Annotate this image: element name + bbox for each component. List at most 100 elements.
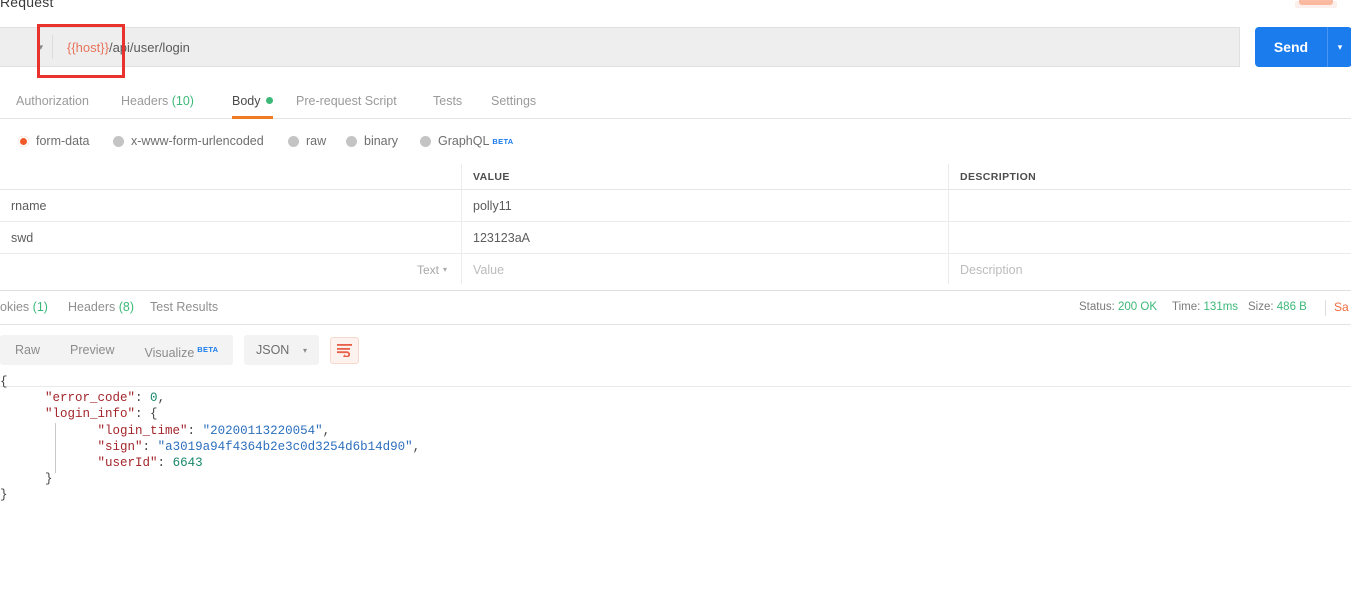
time-meta: Time: 131ms: [1172, 292, 1238, 323]
url-text[interactable]: {{host}}/api/user/login: [53, 40, 190, 55]
status-value: 200 OK: [1118, 301, 1158, 313]
url-input-field[interactable]: ▾ {{host}}/api/user/login: [0, 27, 1240, 67]
table-row[interactable]: rname polly11: [0, 190, 1351, 222]
response-tab-count: (1): [32, 300, 48, 314]
new-row-key-input[interactable]: Text ▾: [0, 254, 462, 285]
code-line: "sign": "a3019a94f4364b2e3c0d3254d6b14d9…: [0, 439, 1351, 455]
status-label: Status:: [1079, 301, 1115, 313]
radio-icon: [18, 135, 29, 147]
code-token: "a3019a94f4364b2e3c0d3254d6b14d90": [157, 439, 413, 454]
new-row-value-input[interactable]: Value: [462, 254, 949, 285]
send-button[interactable]: Send: [1255, 27, 1327, 67]
code-token: "login_time": [97, 423, 188, 438]
size-label: Size:: [1248, 301, 1274, 313]
tab-headers[interactable]: Headers (10): [121, 86, 194, 118]
cell-key[interactable]: swd: [0, 222, 462, 253]
radio-icon: [420, 135, 431, 147]
chevron-down-icon: ▾: [442, 265, 447, 274]
tab-label: Authorization: [16, 94, 89, 108]
status-meta: Status: 200 OK: [1079, 292, 1157, 323]
response-tab-okies[interactable]: okies (1): [0, 292, 48, 323]
time-value: 131ms: [1203, 301, 1239, 313]
tab-label: Body: [232, 94, 261, 108]
code-line: "error_code": 0,: [0, 390, 1351, 406]
cell-value[interactable]: polly11: [462, 190, 949, 221]
tab-visualize-label: Visualize: [144, 346, 195, 361]
body-present-dot-icon: [265, 97, 273, 104]
response-view-segments: Raw Preview Visualize BETA: [0, 335, 234, 365]
code-token: ,: [412, 439, 421, 454]
response-format-select[interactable]: JSON ▾: [244, 335, 319, 365]
url-path: /api/user/login: [108, 39, 190, 55]
form-data-table: VALUE DESCRIPTION rname polly11 swd 123123a…: [0, 164, 1351, 286]
radio-icon: [346, 135, 357, 147]
new-row-type-select[interactable]: Text ▾: [417, 263, 450, 277]
code-line: "login_time": "20200113220054",: [0, 423, 1351, 439]
new-row-description-input[interactable]: Description: [949, 254, 1349, 285]
response-body-json[interactable]: { "error_code": 0, "login_info": { "logi…: [0, 374, 1351, 504]
body-type-graphql[interactable]: GraphQL BETA: [420, 128, 513, 154]
tab-count: (10): [171, 94, 194, 108]
body-type-raw[interactable]: raw: [288, 128, 326, 154]
code-token: }: [45, 472, 53, 487]
body-type-label: GraphQL: [438, 134, 490, 148]
new-row-value-placeholder: Value: [473, 262, 505, 277]
cell-key[interactable]: rname: [0, 190, 462, 221]
column-header-value: VALUE: [462, 164, 949, 189]
code-token: "20200113220054": [202, 423, 323, 438]
response-tab-label: okies: [0, 300, 30, 314]
code-token: "error_code": [45, 391, 136, 406]
tab-authorization[interactable]: Authorization: [16, 86, 89, 118]
response-format-label: JSON: [256, 343, 290, 357]
code-token: ,: [157, 391, 166, 406]
beta-badge: BETA: [492, 136, 514, 146]
body-type-form-data[interactable]: form-data: [18, 128, 90, 154]
cell-description[interactable]: [949, 222, 1349, 253]
new-row-type-label: Text: [416, 262, 439, 277]
beta-badge: BETA: [197, 345, 219, 354]
code-token: 0: [150, 391, 158, 406]
tab-preview[interactable]: Preview: [55, 335, 129, 365]
window-title: Request: [0, 0, 54, 10]
tab-visualize[interactable]: Visualize BETA: [129, 335, 233, 365]
column-header-key: [0, 164, 462, 189]
response-tab-test-results[interactable]: Test Results: [150, 292, 218, 323]
code-token: :: [142, 439, 158, 454]
table-header-row: VALUE DESCRIPTION: [0, 164, 1351, 190]
code-token: :: [187, 423, 203, 438]
new-row-description-placeholder: Description: [960, 262, 1023, 277]
send-options-caret-icon[interactable]: ▾: [1327, 27, 1351, 67]
column-header-description: DESCRIPTION: [960, 170, 1037, 183]
time-label: Time:: [1172, 301, 1201, 313]
tab-raw[interactable]: Raw: [0, 335, 55, 365]
code-token: "sign": [97, 439, 143, 454]
wrap-text-icon-button[interactable]: [330, 337, 359, 364]
body-type-binary[interactable]: binary: [346, 128, 398, 154]
code-token: : {: [135, 407, 158, 422]
cell-value[interactable]: 123123aA: [462, 222, 949, 253]
code-line: {: [0, 374, 1351, 390]
code-token: "userId": [97, 455, 158, 470]
code-token: 6643: [172, 455, 203, 470]
save-response-link[interactable]: Sa: [1334, 292, 1351, 323]
request-tabs: Authorization Headers (10) Body Pre-request…: [0, 86, 1351, 119]
tab-tests[interactable]: Tests: [433, 86, 462, 118]
response-tab-headers[interactable]: Headers (8): [68, 292, 134, 323]
tab-label: Settings: [491, 94, 537, 108]
tab-settings[interactable]: Settings: [491, 86, 536, 118]
body-type-label: raw: [306, 134, 327, 148]
table-new-row[interactable]: Text ▾ Value Description: [0, 254, 1351, 286]
method-dropdown-caret-icon[interactable]: ▾: [0, 28, 52, 66]
tab-body[interactable]: Body: [232, 86, 273, 119]
table-row[interactable]: swd 123123aA: [0, 222, 1351, 254]
url-variable: {{host}}: [67, 39, 109, 55]
body-type-x-www-form-urlencoded[interactable]: x-www-form-urlencoded: [113, 128, 264, 154]
response-tab-label: Test Results: [150, 300, 219, 314]
code-line: "userId": 6643: [0, 455, 1351, 471]
code-token: }: [0, 488, 8, 503]
active-tab-underline: [232, 116, 273, 119]
tab-pre-request-script[interactable]: Pre-request Script: [296, 86, 397, 118]
body-type-options: form-data x-www-form-urlencoded raw binary G…: [0, 128, 1351, 156]
code-token: ,: [322, 423, 331, 438]
cell-description[interactable]: [949, 190, 1349, 221]
